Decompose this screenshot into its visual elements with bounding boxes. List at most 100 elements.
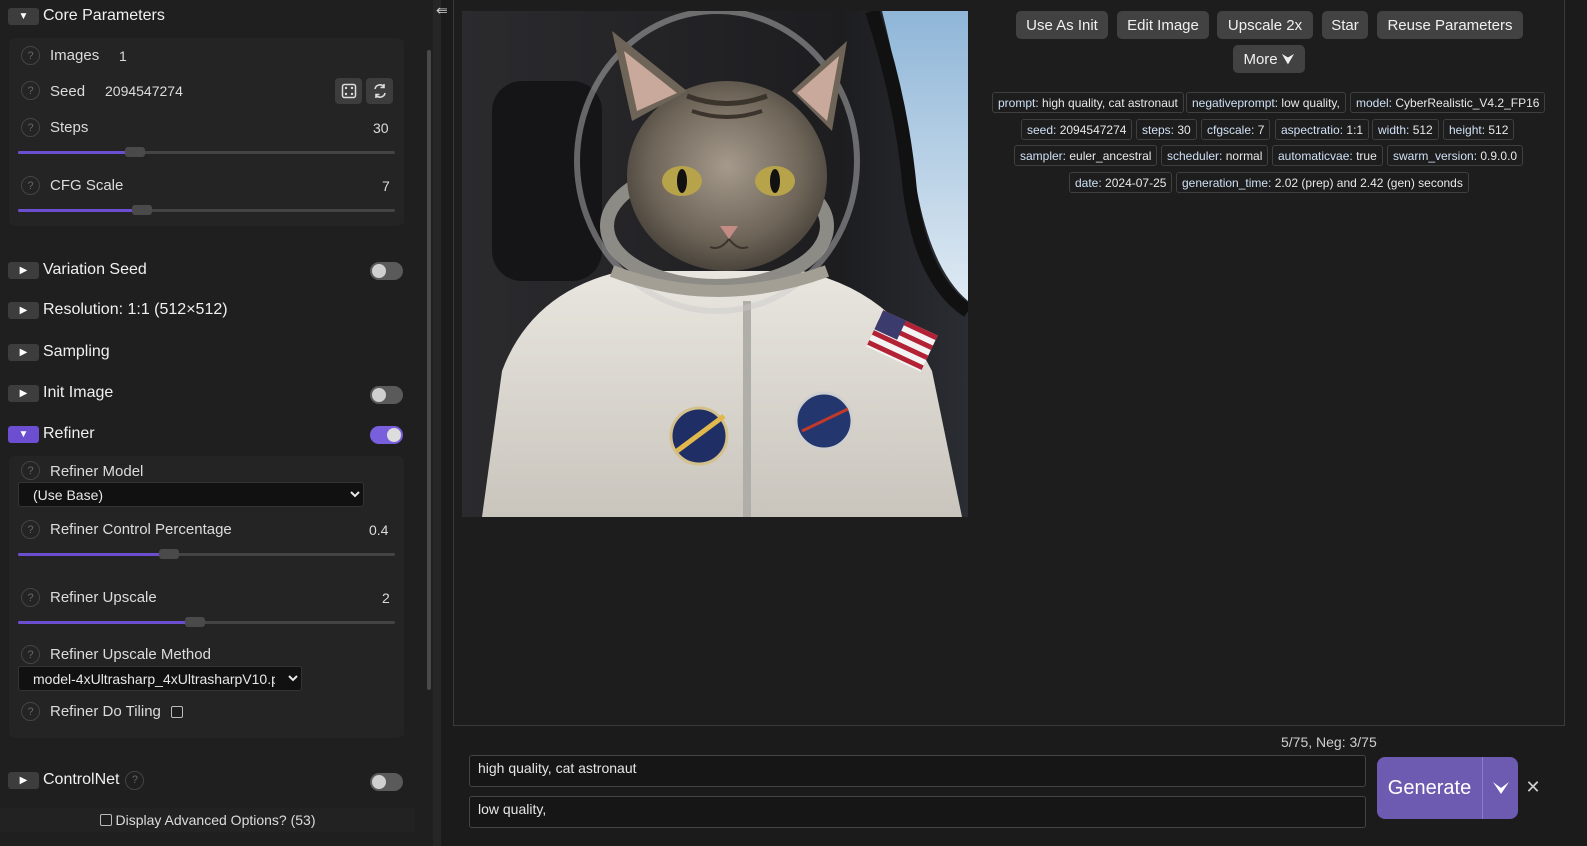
group-title-variation-seed: Variation Seed: [43, 261, 147, 278]
meta-value: true: [1356, 148, 1377, 163]
prompt-input[interactable]: high quality, cat astronaut: [469, 755, 1366, 787]
chevron-down-icon[interactable]: ▼: [8, 7, 39, 25]
parameters-panel: ▼ Core Parameters ? Images 1 ? Seed 2094…: [0, 0, 433, 846]
slider-thumb[interactable]: [185, 617, 206, 627]
chevron-right-icon[interactable]: ▶: [8, 771, 39, 789]
reuse-seed-button[interactable]: [366, 78, 393, 104]
meta-key: height:: [1449, 122, 1486, 137]
meta-value: 0.9.0.0: [1480, 148, 1518, 163]
help-icon[interactable]: ?: [125, 770, 145, 790]
meta-value: 1:1: [1346, 122, 1364, 137]
group-resolution[interactable]: ▶ Resolution: 1:1 (512×512): [8, 298, 228, 322]
generate-button[interactable]: Generate: [1377, 757, 1482, 819]
help-icon[interactable]: ?: [21, 46, 40, 65]
group-variation-seed[interactable]: ▶ Variation Seed: [8, 258, 147, 282]
chevron-right-icon[interactable]: ▶: [8, 301, 39, 319]
scrollbar-thumb[interactable]: [427, 50, 431, 690]
upscale-button[interactable]: Upscale 2x: [1217, 11, 1313, 39]
slider-thumb[interactable]: [132, 205, 153, 215]
meta-key: date:: [1075, 175, 1102, 190]
random-seed-button[interactable]: [335, 78, 362, 104]
refiner-box: ? Refiner Model (Use Base) ? Refiner Con…: [9, 456, 404, 738]
refiner-control-label: Refiner Control Percentage: [50, 521, 232, 538]
meta-tag-steps: steps: 30: [1136, 119, 1197, 140]
refiner-toggle[interactable]: [370, 426, 403, 444]
negative-prompt-input[interactable]: low quality,: [469, 796, 1366, 828]
help-icon[interactable]: ?: [21, 461, 40, 480]
meta-key: sampler:: [1020, 148, 1067, 163]
refiner-upscale-slider[interactable]: [18, 617, 395, 627]
help-icon[interactable]: ?: [21, 81, 40, 100]
meta-key: width:: [1378, 122, 1410, 137]
help-icon[interactable]: ?: [21, 702, 40, 721]
reuse-parameters-button[interactable]: Reuse Parameters: [1377, 11, 1523, 39]
refiner-model-label: Refiner Model: [50, 463, 144, 480]
help-icon[interactable]: ?: [21, 118, 40, 137]
meta-tag-scheduler: scheduler: normal: [1161, 145, 1269, 166]
meta-value: 2094547274: [1059, 122, 1127, 137]
group-refiner[interactable]: ▼ Refiner: [8, 422, 95, 446]
meta-tag-seed: seed: 2094547274: [1021, 119, 1133, 140]
close-icon[interactable]: ✕: [1521, 775, 1545, 799]
help-icon[interactable]: ?: [21, 520, 40, 539]
panel-splitter[interactable]: [433, 0, 441, 846]
seed-label: Seed: [50, 83, 86, 100]
meta-key: cfgscale:: [1207, 122, 1255, 137]
images-label: Images: [50, 47, 100, 64]
seed-input[interactable]: 2094547274: [105, 83, 183, 99]
refiner-control-slider[interactable]: [18, 549, 395, 559]
chevron-right-icon[interactable]: ▶: [8, 384, 39, 402]
meta-value: 512: [1412, 122, 1433, 137]
init-image-toggle[interactable]: [370, 386, 403, 404]
meta-tag-prompt: prompt: high quality, cat astronaut: [992, 92, 1184, 113]
group-core-parameters[interactable]: ▼ Core Parameters: [8, 4, 165, 28]
chevron-right-icon[interactable]: ▶: [8, 343, 39, 361]
variation-seed-toggle[interactable]: [370, 262, 403, 280]
slider-thumb[interactable]: [124, 147, 145, 157]
collapse-panel-icon[interactable]: ⇚: [436, 2, 448, 19]
meta-tag-swarm-version: swarm_version: 0.9.0.0: [1387, 145, 1524, 166]
meta-value: low quality,: [1281, 95, 1340, 110]
advanced-options-toggle[interactable]: Display Advanced Options? (53): [0, 808, 415, 832]
steps-label: Steps: [50, 119, 89, 136]
slider-fill: [18, 151, 135, 154]
meta-key: model:: [1356, 95, 1393, 110]
dice-icon: [341, 83, 356, 99]
group-title-sampling: Sampling: [43, 343, 110, 360]
steps-value[interactable]: 30: [373, 120, 389, 136]
slider-fill: [18, 621, 196, 624]
group-sampling[interactable]: ▶ Sampling: [8, 340, 110, 364]
scrollbar[interactable]: [425, 50, 433, 690]
meta-key: negativeprompt:: [1192, 95, 1279, 110]
group-controlnet[interactable]: ▶ ControlNet ?: [8, 768, 145, 792]
help-icon[interactable]: ?: [21, 588, 40, 607]
cfg-value[interactable]: 7: [382, 178, 390, 194]
generate-options-button[interactable]: [1482, 757, 1518, 819]
help-icon[interactable]: ?: [21, 645, 40, 664]
chevron-down-icon: [1492, 782, 1509, 794]
refiner-tiling-checkbox[interactable]: [171, 706, 183, 718]
images-value[interactable]: 1: [119, 48, 127, 64]
refiner-upscale-value[interactable]: 2: [382, 590, 390, 606]
chevron-down-icon[interactable]: ▼: [8, 425, 39, 443]
meta-value: 2.02 (prep) and 2.42 (gen) seconds: [1274, 175, 1463, 190]
use-as-init-button[interactable]: Use As Init: [1016, 11, 1108, 39]
advanced-options-checkbox[interactable]: [99, 814, 112, 826]
help-icon[interactable]: ?: [21, 176, 40, 195]
meta-tag-automaticvae: automaticvae: true: [1272, 145, 1383, 166]
steps-slider[interactable]: [18, 147, 395, 157]
group-init-image[interactable]: ▶ Init Image: [8, 381, 113, 405]
more-button[interactable]: More ⮟: [1233, 45, 1305, 73]
slider-thumb[interactable]: [158, 549, 179, 559]
refiner-control-value[interactable]: 0.4: [369, 522, 388, 538]
meta-value: 2024-07-25: [1105, 175, 1167, 190]
refiner-model-select[interactable]: (Use Base): [18, 482, 364, 507]
controlnet-toggle[interactable]: [370, 773, 403, 791]
refiner-method-select[interactable]: model-4xUltrasharp_4xUltrasharpV10.pt: [18, 666, 302, 691]
meta-key: swarm_version:: [1393, 148, 1478, 163]
cfg-slider[interactable]: [18, 205, 395, 215]
generated-image[interactable]: [462, 11, 968, 517]
chevron-right-icon[interactable]: ▶: [8, 261, 39, 279]
edit-image-button[interactable]: Edit Image: [1117, 11, 1209, 39]
star-button[interactable]: Star: [1322, 11, 1368, 39]
